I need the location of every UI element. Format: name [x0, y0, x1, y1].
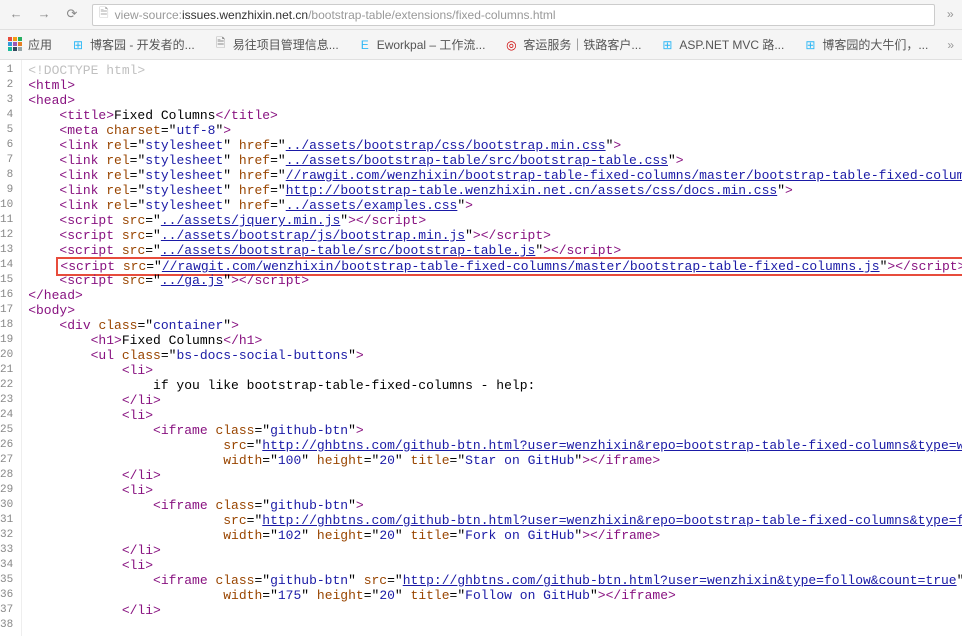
favicon: ⊞ — [70, 37, 86, 53]
source-code[interactable]: <!DOCTYPE html><html><head> <title>Fixed… — [22, 60, 962, 636]
source-line: <h1>Fixed Columns</h1> — [28, 333, 962, 348]
apps-button[interactable]: 应用 — [8, 36, 52, 53]
source-line: <ul class="bs-docs-social-buttons"> — [28, 348, 962, 363]
source-line: <link rel="stylesheet" href="../assets/b… — [28, 153, 962, 168]
source-line: </head> — [28, 288, 962, 303]
apps-icon — [8, 37, 24, 53]
apps-label: 应用 — [28, 36, 52, 53]
source-line: src="http://ghbtns.com/github-btn.html?u… — [28, 438, 962, 453]
forward-button[interactable]: → — [36, 7, 52, 23]
url-path: /bootstrap-table/extensions/fixed-column… — [308, 8, 555, 22]
favicon: E — [357, 37, 373, 53]
source-line: <head> — [28, 93, 962, 108]
source-line: <body> — [28, 303, 962, 318]
source-line: <html> — [28, 78, 962, 93]
source-line: <!DOCTYPE html> — [28, 63, 962, 78]
chevron-right-icon[interactable]: » — [947, 8, 954, 22]
browser-toolbar: ← → ⟳ 🗎 view-source:issues.wenzhixin.net… — [0, 0, 962, 30]
source-line: <iframe class="github-btn"> — [28, 423, 962, 438]
chevron-right-icon[interactable]: » — [947, 38, 954, 52]
bookmark-label: 博客园 - 开发者的... — [90, 36, 195, 53]
source-line: width="102" height="20" title="Fork on G… — [28, 528, 962, 543]
source-line: <div class="container"> — [28, 318, 962, 333]
source-line: width="100" height="20" title="Star on G… — [28, 453, 962, 468]
source-line: <script src="//rawgit.com/wenzhixin/boot… — [28, 258, 962, 273]
source-view: 1234567891011121314151617181920212223242… — [0, 60, 962, 636]
source-line: <li> — [28, 363, 962, 378]
favicon: 🗎 — [213, 37, 229, 53]
source-line: <script src="../assets/bootstrap/js/boot… — [28, 228, 962, 243]
source-line: <link rel="stylesheet" href="../assets/b… — [28, 138, 962, 153]
source-line: <title>Fixed Columns</title> — [28, 108, 962, 123]
address-bar[interactable]: 🗎 view-source:issues.wenzhixin.net.cn/bo… — [92, 4, 935, 26]
source-line: <link rel="stylesheet" href="http://boot… — [28, 183, 962, 198]
source-line: </li> — [28, 603, 962, 618]
source-line: <li> — [28, 558, 962, 573]
bookmark-item[interactable]: 🗎易往项目管理信息... — [213, 36, 339, 53]
url-scheme: view-source: — [115, 8, 182, 22]
reload-button[interactable]: ⟳ — [64, 7, 80, 23]
source-line: <iframe class="github-btn"> — [28, 498, 962, 513]
line-gutter: 1234567891011121314151617181920212223242… — [0, 60, 22, 636]
back-button[interactable]: ← — [8, 7, 24, 23]
bookmark-item[interactable]: ⊞博客园的大牛们，... — [802, 36, 928, 53]
page-icon: 🗎 — [99, 4, 109, 25]
bookmark-label: 客运服务｜铁路客户... — [523, 36, 641, 53]
bookmark-item[interactable]: ⊞ASP.NET MVC 路... — [659, 36, 784, 53]
source-line: src="http://ghbtns.com/github-btn.html?u… — [28, 513, 962, 528]
bookmark-label: 博客园的大牛们，... — [822, 36, 928, 53]
bookmark-item[interactable]: ⊞博客园 - 开发者的... — [70, 36, 195, 53]
source-line: <script src="../assets/bootstrap-table/s… — [28, 243, 962, 258]
bookmarks-bar: 应用 ⊞博客园 - 开发者的...🗎易往项目管理信息...EEworkpal –… — [0, 30, 962, 60]
source-line: <li> — [28, 408, 962, 423]
source-line: </li> — [28, 543, 962, 558]
source-line: <li> — [28, 483, 962, 498]
source-line: <script src="../assets/jquery.min.js"></… — [28, 213, 962, 228]
source-line: if you like bootstrap-table-fixed-column… — [28, 378, 962, 393]
source-line: </li> — [28, 468, 962, 483]
bookmark-item[interactable]: EEworkpal – 工作流... — [357, 36, 486, 53]
source-line: </li> — [28, 393, 962, 408]
source-line: <meta charset="utf-8"> — [28, 123, 962, 138]
bookmark-label: ASP.NET MVC 路... — [679, 36, 784, 53]
favicon: ◎ — [503, 37, 519, 53]
source-line: <iframe class="github-btn" src="http://g… — [28, 573, 962, 588]
url-host: issues.wenzhixin.net.cn — [182, 8, 308, 22]
bookmark-label: Eworkpal – 工作流... — [377, 36, 486, 53]
source-line: <link rel="stylesheet" href="../assets/e… — [28, 198, 962, 213]
source-line: width="175" height="20" title="Follow on… — [28, 588, 962, 603]
favicon: ⊞ — [659, 37, 675, 53]
bookmark-item[interactable]: ◎客运服务｜铁路客户... — [503, 36, 641, 53]
bookmark-label: 易往项目管理信息... — [233, 36, 339, 53]
favicon: ⊞ — [802, 37, 818, 53]
source-line: <link rel="stylesheet" href="//rawgit.co… — [28, 168, 962, 183]
